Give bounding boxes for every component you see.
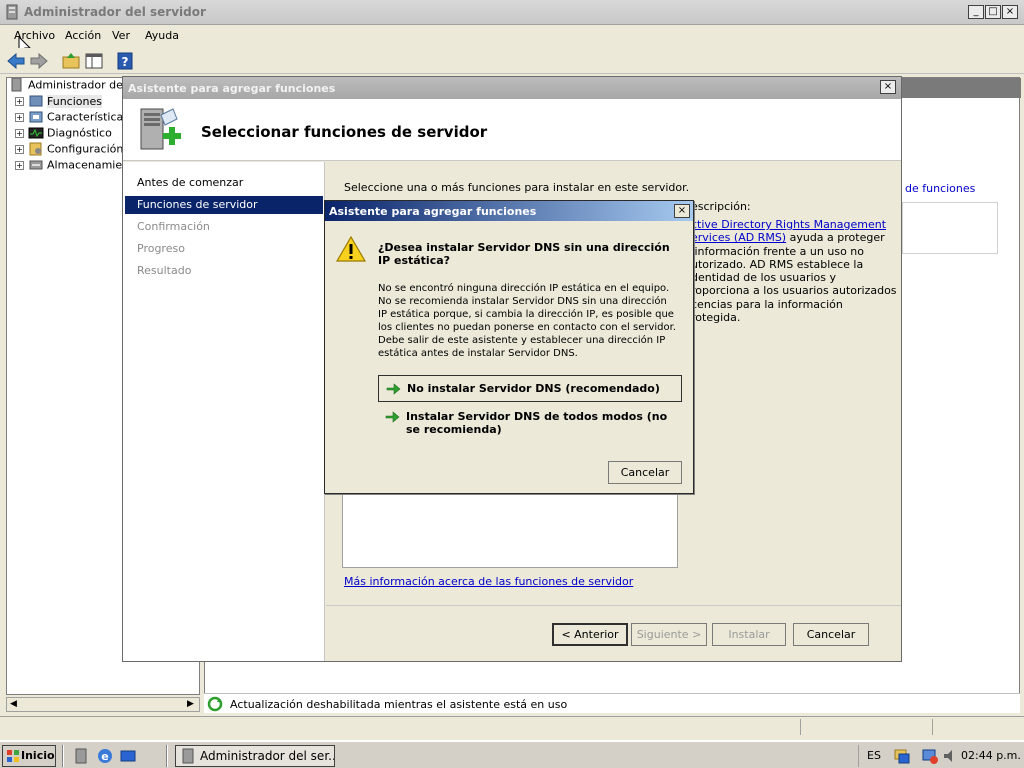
menu-ayuda[interactable]: Ayuda xyxy=(145,29,179,42)
tree-item-configuracion[interactable]: + Configuración xyxy=(15,142,123,158)
do-not-install-dns-option[interactable]: No instalar Servidor DNS (recomendado) xyxy=(378,375,682,402)
refresh-disabled-icon xyxy=(207,696,223,712)
step-progreso: Progreso xyxy=(137,242,185,255)
minimize-button[interactable]: _ xyxy=(968,5,984,19)
green-arrow-icon xyxy=(386,383,401,395)
green-arrow-icon xyxy=(385,411,400,423)
expand-icon[interactable]: + xyxy=(15,144,24,154)
clock[interactable]: 02:44 p.m. xyxy=(961,749,1021,762)
option-2-label: Instalar Servidor DNS de todos modos (no… xyxy=(406,410,668,436)
more-info-link[interactable]: Más información acerca de las funciones … xyxy=(344,575,633,588)
wizard-title-bar[interactable]: Asistente para agregar funciones × xyxy=(123,77,901,99)
expand-icon[interactable]: + xyxy=(15,160,24,170)
step-funciones-de-servidor[interactable]: Funciones de servidor xyxy=(125,196,323,214)
show-hide-tree-icon[interactable] xyxy=(84,51,104,71)
diagnostics-icon xyxy=(28,127,44,139)
internet-explorer-icon[interactable]: e xyxy=(96,747,114,765)
option-1-label: No instalar Servidor DNS (recomendado) xyxy=(407,382,660,395)
roles-link[interactable]: de funciones xyxy=(905,182,975,195)
menu-bar: Archivo Acción Ver Ayuda xyxy=(0,26,1024,57)
main-title-bar[interactable]: Administrador del servidor _ □ × xyxy=(0,0,1024,25)
roles-icon xyxy=(29,95,43,107)
features-icon xyxy=(29,111,43,123)
wizard-close-button[interactable]: × xyxy=(880,80,896,94)
configuration-icon xyxy=(29,142,42,156)
status-divider xyxy=(932,719,933,735)
dns-warning-dialog: Asistente para agregar funciones × ¿Dese… xyxy=(324,200,694,494)
storage-icon xyxy=(29,160,43,170)
next-button: Siguiente > xyxy=(631,623,707,646)
role-description: ctive Directory Rights Management ervice… xyxy=(691,218,897,324)
system-tray: ES 02:44 p.m. xyxy=(858,745,1022,767)
refresh-status: Actualización deshabilitada mientras el … xyxy=(204,693,1020,713)
expand-icon[interactable]: + xyxy=(15,128,24,138)
warning-icon xyxy=(335,235,367,262)
help-icon[interactable]: ? xyxy=(115,51,135,71)
up-folder-icon[interactable] xyxy=(61,51,81,71)
status-bar xyxy=(0,716,1024,736)
server-manager-icon xyxy=(6,4,18,20)
start-label: Inicio xyxy=(21,749,55,762)
tree-horizontal-scrollbar[interactable]: ◀ ▶ xyxy=(6,697,200,712)
dialog-message: No se encontró ninguna dirección IP está… xyxy=(378,283,677,359)
menu-ver[interactable]: Ver xyxy=(112,29,130,42)
dialog-title-bar[interactable]: Asistente para agregar funciones xyxy=(325,201,693,221)
main-window-title: Administrador del servidor xyxy=(24,5,206,19)
step-antes-de-comenzar[interactable]: Antes de comenzar xyxy=(125,174,323,192)
tree-item-funciones[interactable]: + Funciones xyxy=(15,94,102,110)
scroll-right-icon[interactable]: ▶ xyxy=(187,699,194,709)
taskbar-separator xyxy=(62,745,64,767)
previous-button[interactable]: < Anterior xyxy=(552,623,628,646)
wizard-steps: Antes de comenzar Funciones de servidor … xyxy=(123,162,325,661)
wizard-heading: Seleccionar funciones de servidor xyxy=(201,123,488,141)
refresh-status-text: Actualización deshabilitada mientras el … xyxy=(230,698,568,711)
description-title: escripción: xyxy=(691,200,751,213)
dialog-cancel-button[interactable]: Cancelar xyxy=(608,461,682,484)
wizard-cancel-button[interactable]: Cancelar xyxy=(793,623,869,646)
network-tray-icon[interactable] xyxy=(893,747,911,765)
taskbar: Inicio e Administrador del ser... ES 02:… xyxy=(0,741,1024,768)
footer-divider xyxy=(326,605,901,606)
security-tray-icon[interactable] xyxy=(921,747,939,765)
taskbar-server-manager[interactable]: Administrador del ser... xyxy=(175,745,335,767)
dialog-close-button[interactable]: × xyxy=(674,204,690,218)
forward-arrow-icon[interactable] xyxy=(29,51,49,71)
dialog-question: ¿Desea instalar Servidor DNS sin una dir… xyxy=(378,241,670,267)
windows-logo-icon xyxy=(7,750,19,762)
install-dns-anyway-option[interactable]: Instalar Servidor DNS de todos modos (no… xyxy=(378,404,682,442)
svg-text:?: ? xyxy=(122,55,129,69)
maximize-button[interactable]: □ xyxy=(985,5,1001,19)
start-button[interactable]: Inicio xyxy=(2,745,56,767)
show-desktop-icon[interactable] xyxy=(119,747,137,765)
wizard-header: Seleccionar funciones de servidor xyxy=(123,99,901,161)
install-button: Instalar xyxy=(712,623,786,646)
step-confirmacion: Confirmación xyxy=(137,220,210,233)
instruction-text: Seleccione una o más funciones para inst… xyxy=(344,181,690,194)
svg-text:e: e xyxy=(101,750,108,763)
expand-icon[interactable]: + xyxy=(15,96,24,106)
server-manager-icon xyxy=(182,748,194,764)
toolbar: ? xyxy=(0,48,1024,74)
roles-list[interactable] xyxy=(342,492,678,568)
taskbar-task-label: Administrador del ser... xyxy=(200,749,335,763)
back-arrow-icon[interactable] xyxy=(6,51,26,71)
status-divider xyxy=(800,719,801,735)
dialog-title: Asistente para agregar funciones xyxy=(329,205,537,218)
wizard-title: Asistente para agregar funciones xyxy=(128,82,336,95)
tree-item-caracteristicas[interactable]: + Características xyxy=(15,110,129,126)
taskbar-separator xyxy=(166,745,168,767)
expand-icon[interactable]: + xyxy=(15,112,24,122)
server-add-icon xyxy=(140,108,181,150)
tree-item-diagnostico[interactable]: + Diagnóstico xyxy=(15,126,112,142)
close-button[interactable]: × xyxy=(1002,5,1018,19)
volume-tray-icon[interactable] xyxy=(941,747,959,765)
menu-accion[interactable]: Acción xyxy=(65,29,101,42)
server-manager-icon xyxy=(11,78,22,92)
scroll-left-icon[interactable]: ◀ xyxy=(10,699,17,709)
server-manager-quicklaunch-icon[interactable] xyxy=(72,747,90,765)
language-indicator[interactable]: ES xyxy=(867,749,881,762)
description-text: ayuda a proteger información frente a un… xyxy=(691,231,897,325)
details-box xyxy=(902,202,998,254)
step-resultado: Resultado xyxy=(137,264,192,277)
